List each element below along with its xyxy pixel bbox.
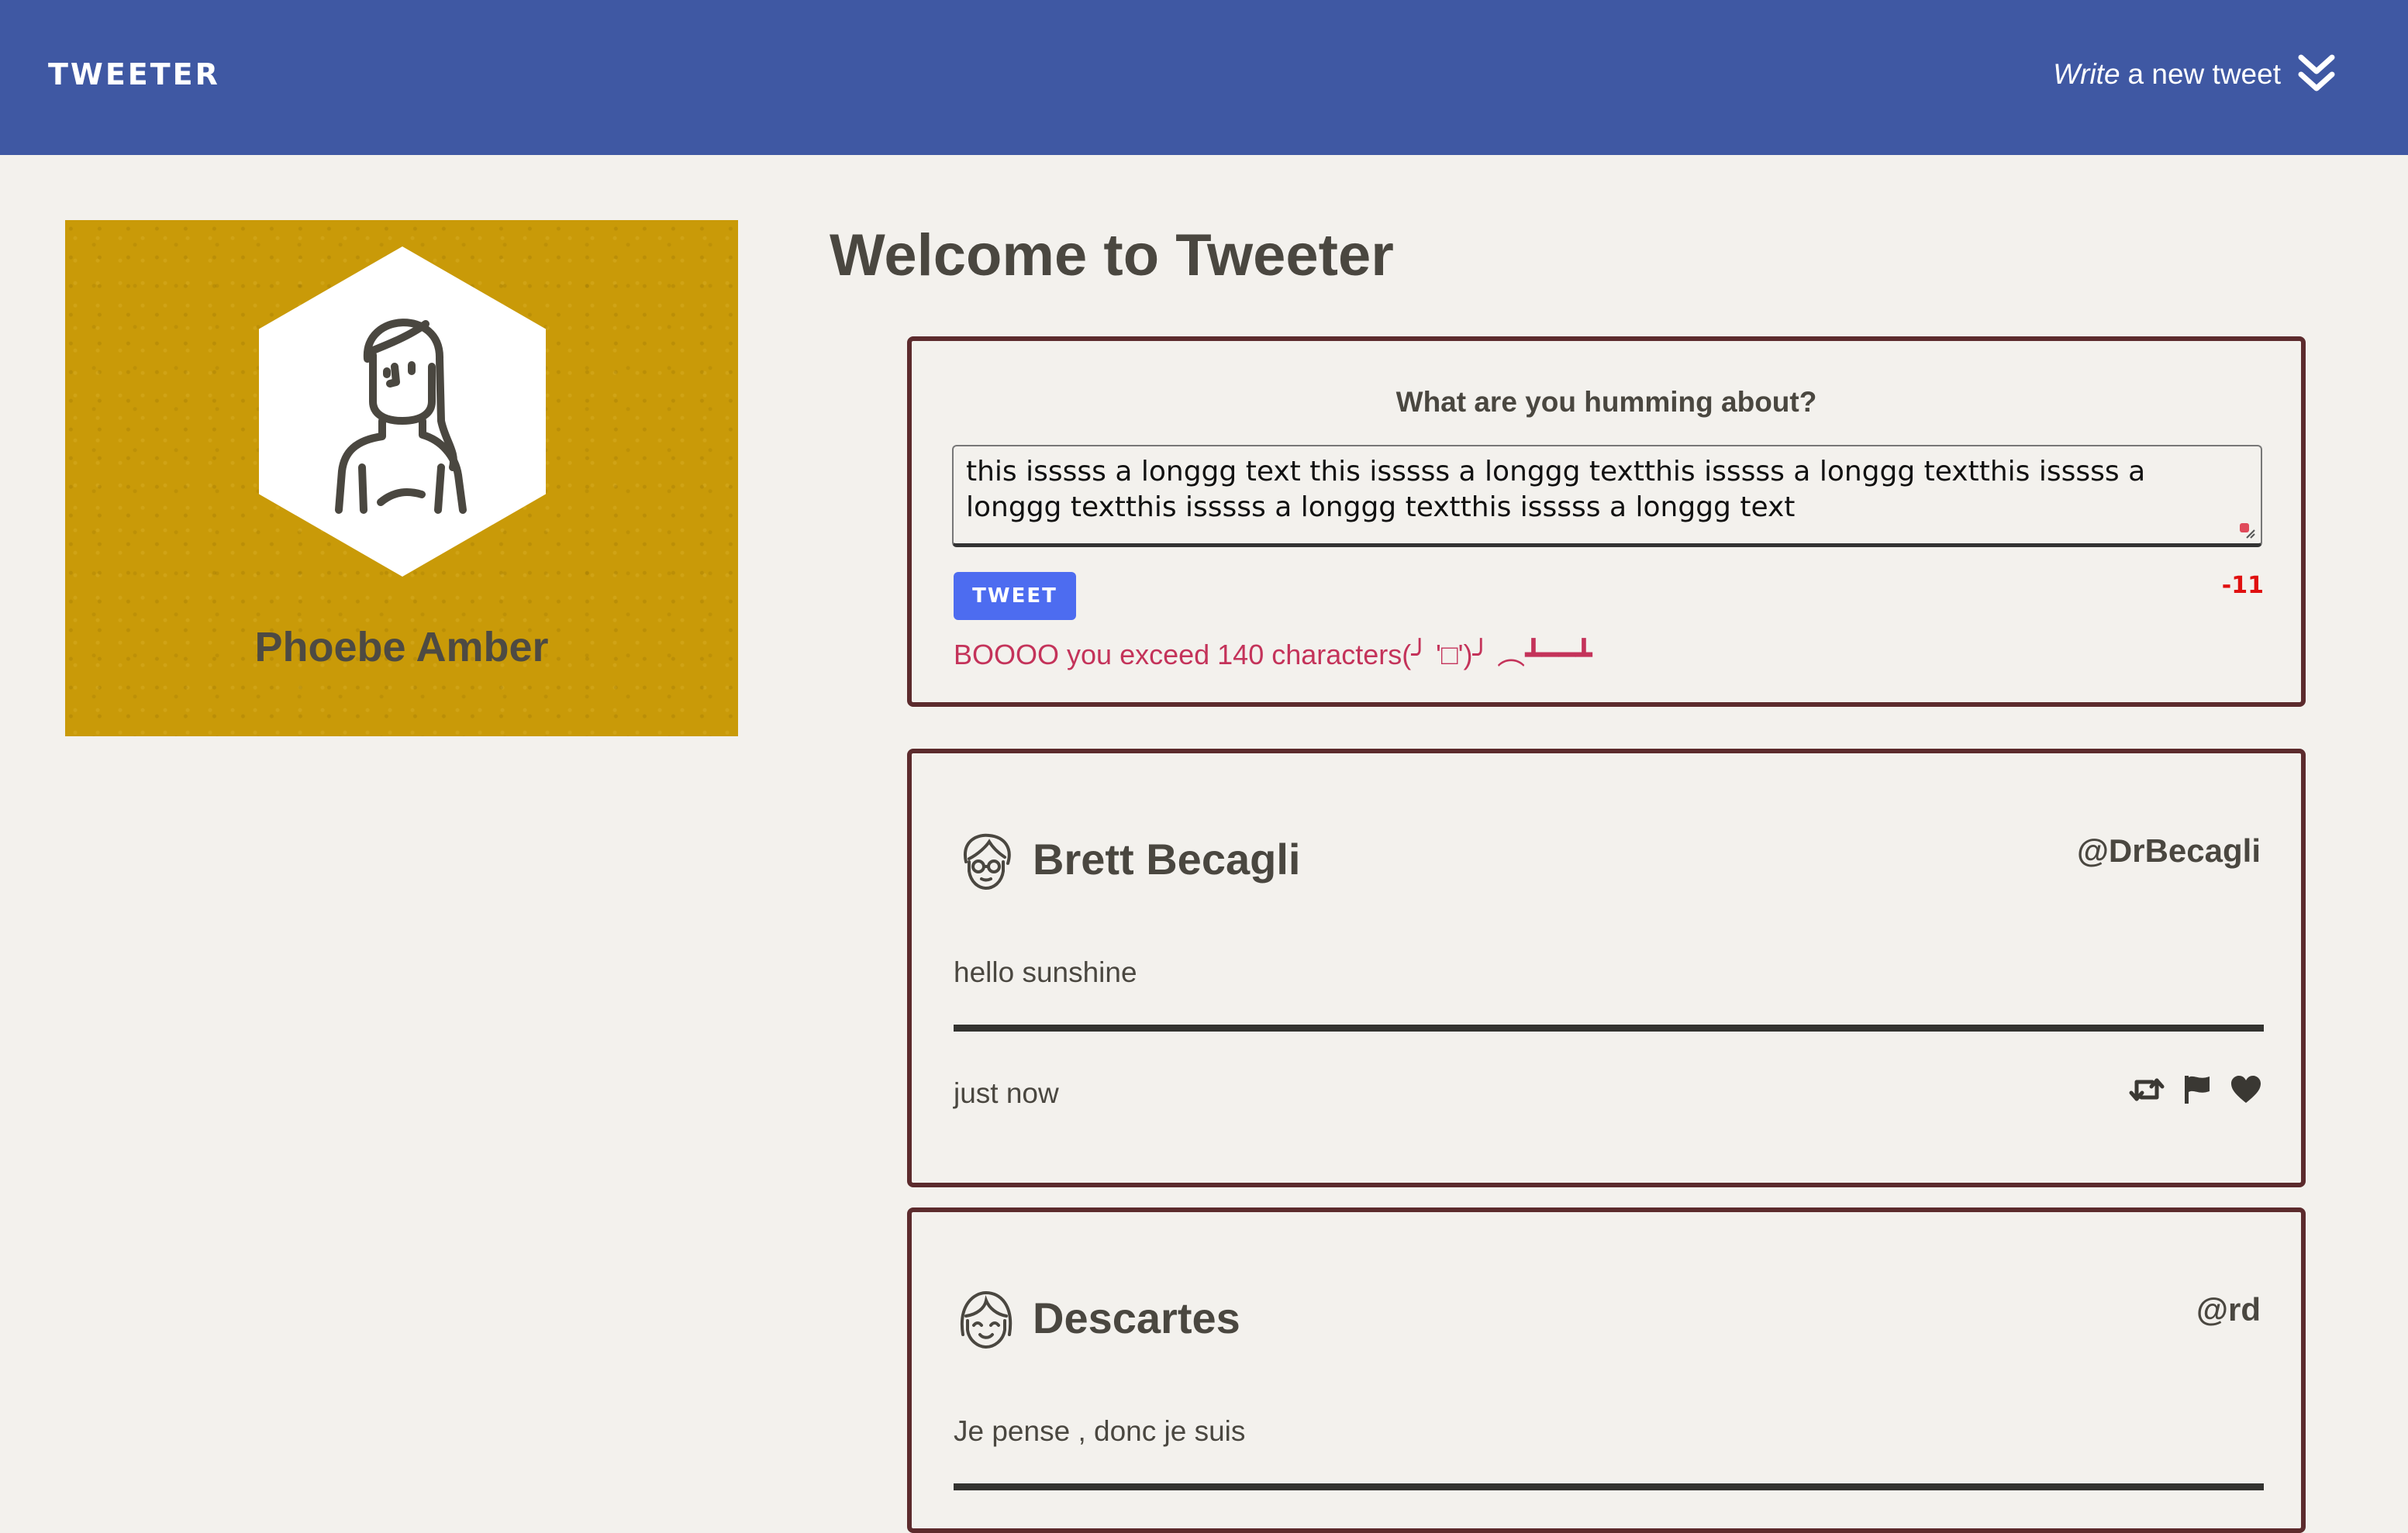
new-tweet-composer: What are you humming about? this isssss … [907, 336, 2306, 707]
tweet-submit-button[interactable]: TWEET [954, 572, 1076, 620]
profile-avatar-hexagon [259, 246, 546, 577]
tweet-timestamp: just now [954, 1077, 1059, 1109]
woman-avatar-icon [335, 319, 467, 514]
page-title: Welcome to Tweeter [830, 222, 1394, 288]
tweet-textarea[interactable]: this isssss a longgg text this isssss a … [952, 445, 2262, 547]
textarea-resize-handle[interactable] [2239, 522, 2256, 539]
top-nav-bar: TWEETER Write a new tweet [0, 0, 2408, 155]
tweet-divider [954, 1025, 2264, 1032]
heart-icon[interactable] [2230, 1075, 2262, 1104]
tweet-author-name: Descartes [1033, 1294, 1240, 1342]
tweet-card: Brett Becagli @DrBecagli hello sunshine … [907, 749, 2306, 1187]
smiling-face-avatar-icon [960, 1290, 1013, 1349]
compose-toggle-label: a new tweet [2127, 58, 2281, 90]
composer-prompt: What are you humming about? [1395, 386, 1817, 418]
tweet-card: Descartes @rd Je pense , donc je suis [907, 1207, 2306, 1533]
tweet-author-handle[interactable]: @rd [2196, 1291, 2261, 1328]
brand-logo[interactable]: TWEETER [48, 57, 220, 91]
profile-card: Phoebe Amber [65, 220, 738, 736]
tweet-actions [2129, 1074, 2262, 1105]
tweet-author-name: Brett Becagli [1033, 835, 1301, 884]
character-limit-error: BOOOO you exceed 140 characters(╯ '□')╯ … [954, 639, 1592, 670]
profile-name: Phoebe Amber [254, 624, 549, 670]
tweet-divider [954, 1483, 2264, 1490]
write-new-tweet-toggle[interactable]: Write a new tweet [2053, 54, 2335, 95]
character-counter: -11 [2221, 572, 2264, 599]
flag-icon[interactable] [2183, 1074, 2211, 1105]
compose-toggle-emphasis: Write [2053, 58, 2120, 90]
double-chevron-down-icon [2298, 54, 2335, 91]
retweet-icon[interactable] [2129, 1076, 2165, 1104]
tweet-text: hello sunshine [954, 956, 1137, 988]
tweet-text: Je pense , donc je suis [954, 1415, 1246, 1447]
tweet-author-handle[interactable]: @DrBecagli [2077, 832, 2261, 870]
man-glasses-avatar-icon [963, 833, 1011, 891]
